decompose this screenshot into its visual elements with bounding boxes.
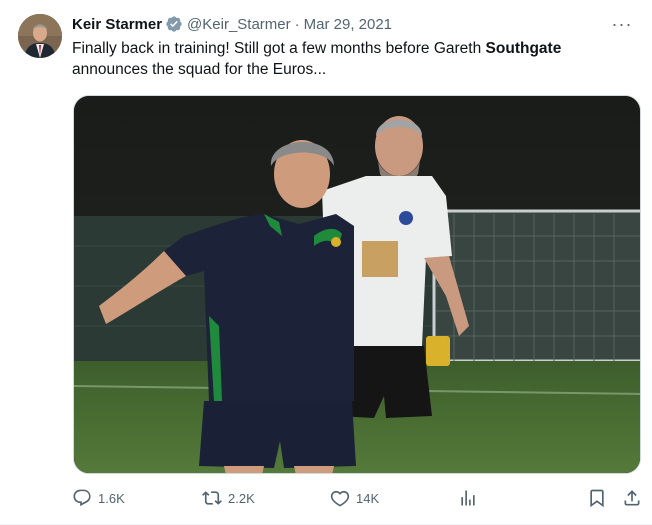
- tweet-text-part: announces the squad for the Euros...: [72, 61, 327, 78]
- verified-badge-icon: [165, 15, 183, 33]
- bookmark-icon: [587, 488, 607, 508]
- views-button[interactable]: [458, 486, 478, 510]
- like-button[interactable]: 14K: [330, 486, 379, 510]
- header-separator: ·: [294, 15, 300, 33]
- views-chart-icon: [458, 488, 478, 508]
- more-icon: ···: [611, 13, 633, 34]
- reply-icon: [72, 488, 92, 508]
- tweet-card[interactable]: Keir Starmer @Keir_Starmer · Mar 29, 202…: [0, 0, 652, 525]
- share-icon: [622, 488, 642, 508]
- tweet-actions: 1.6K 2.2K 14K: [72, 486, 642, 510]
- tweet-date[interactable]: Mar 29, 2021: [304, 16, 392, 33]
- tweet-text: Finally back in training! Still got a fe…: [72, 38, 632, 80]
- tweet-text-highlight: Southgate: [485, 40, 562, 57]
- tweet-photo[interactable]: [73, 95, 641, 474]
- more-options-button[interactable]: ···: [610, 12, 634, 36]
- author-handle[interactable]: @Keir_Starmer: [187, 16, 291, 33]
- retweet-count: 2.2K: [228, 490, 255, 506]
- reply-count: 1.6K: [98, 490, 125, 506]
- football-training-photo: [74, 96, 640, 473]
- heart-icon: [330, 488, 350, 508]
- share-button[interactable]: [622, 486, 642, 510]
- avatar[interactable]: [18, 14, 62, 58]
- avatar-image: [18, 14, 62, 58]
- retweet-button[interactable]: 2.2K: [202, 486, 255, 510]
- reply-button[interactable]: 1.6K: [72, 486, 125, 510]
- tweet-text-part: Finally back in training! Still got a fe…: [72, 40, 486, 57]
- tweet-header: Keir Starmer @Keir_Starmer · Mar 29, 202…: [72, 14, 392, 34]
- retweet-icon: [202, 488, 222, 508]
- bookmark-button[interactable]: [587, 486, 607, 510]
- author-name[interactable]: Keir Starmer: [72, 16, 162, 33]
- like-count: 14K: [356, 490, 380, 506]
